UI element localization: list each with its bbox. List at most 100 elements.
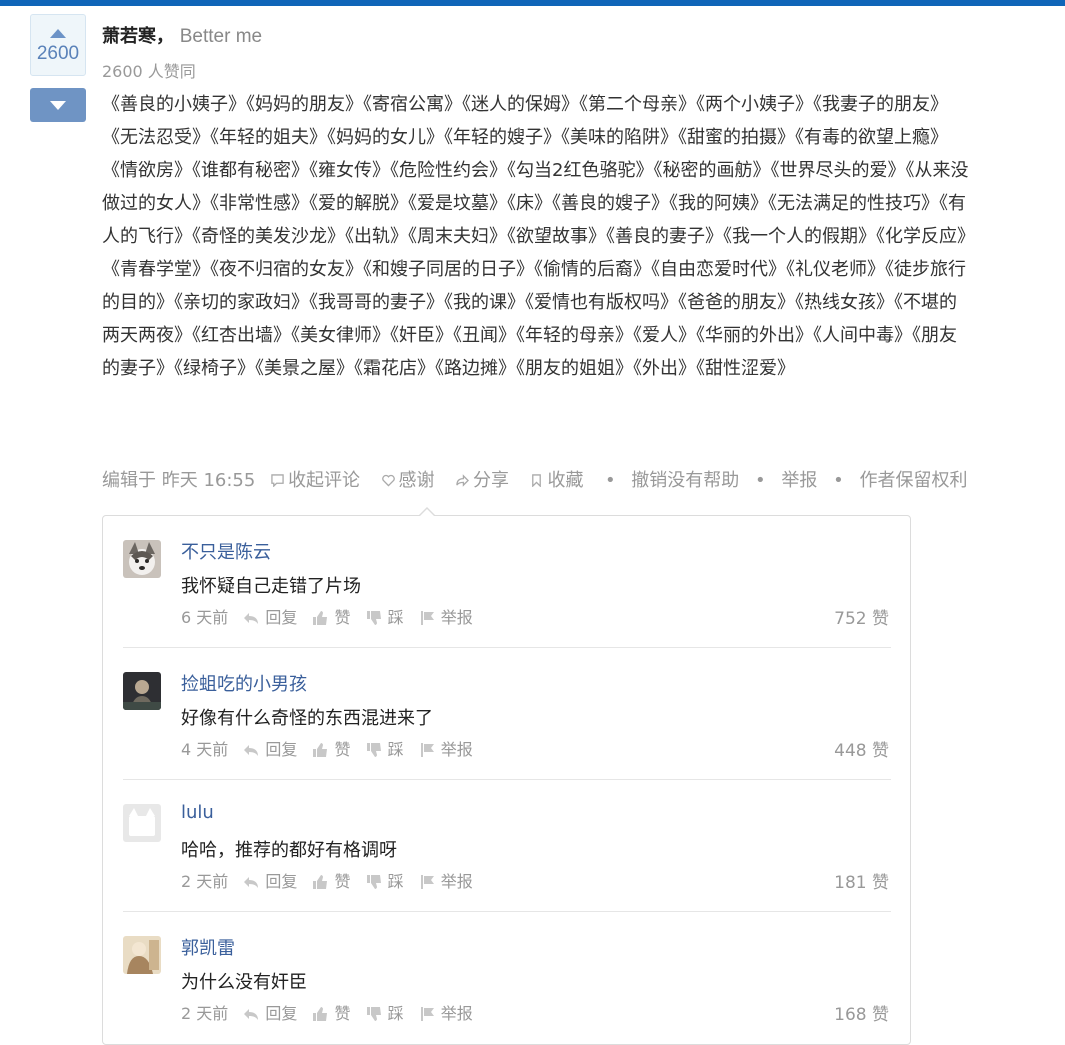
author-name[interactable]: 萧若寒， bbox=[102, 26, 174, 47]
copyright-note[interactable]: 作者保留权利 bbox=[859, 470, 967, 491]
like-button[interactable]: 赞 bbox=[312, 1004, 351, 1023]
reply-label: 回复 bbox=[265, 740, 298, 759]
flag-icon bbox=[420, 611, 434, 625]
like-label: 赞 bbox=[334, 872, 351, 891]
reply-icon bbox=[244, 745, 259, 756]
collapse-comments-label: 收起评论 bbox=[288, 470, 361, 491]
approve-count[interactable]: 2600 人赞同 bbox=[102, 58, 196, 82]
comment-author[interactable]: 郭凯雷 bbox=[181, 934, 235, 960]
default-avatar-image bbox=[123, 804, 161, 842]
report-comment-button[interactable]: 举报 bbox=[419, 740, 473, 759]
top-accent-bar bbox=[0, 0, 1065, 6]
comment-text: 哈哈，推荐的都好有格调呀 bbox=[181, 840, 397, 861]
dark-avatar-image bbox=[123, 672, 161, 710]
arrow-up-icon bbox=[50, 29, 66, 38]
author-bio: Better me bbox=[179, 26, 263, 47]
comment-like-count: 168 赞 bbox=[834, 1005, 889, 1025]
avatar[interactable] bbox=[123, 672, 161, 710]
thumbs-up-icon bbox=[313, 1007, 328, 1021]
heart-icon bbox=[381, 474, 395, 487]
thanks-button[interactable]: 感谢 bbox=[381, 470, 441, 491]
comment-text: 为什么没有奸臣 bbox=[181, 972, 307, 993]
answer-action-bar: 编辑于 昨天 16:55 收起评论 感谢 分享 收藏 • 撤销没有帮助 • 举报… bbox=[102, 466, 967, 492]
edited-timestamp[interactable]: 编辑于 昨天 16:55 bbox=[102, 470, 255, 491]
husky-avatar-image bbox=[123, 540, 161, 578]
photo-avatar-image bbox=[123, 936, 161, 974]
report-comment-button[interactable]: 举报 bbox=[419, 608, 473, 627]
comment-like-count: 448 赞 bbox=[834, 741, 889, 761]
like-label: 赞 bbox=[334, 740, 351, 759]
comment-item: 郭凯雷 为什么没有奸臣 2 天前 回复 赞 踩 举报 168 赞 bbox=[123, 912, 891, 1044]
reply-button[interactable]: 回复 bbox=[243, 1004, 297, 1023]
flag-icon bbox=[420, 743, 434, 757]
comment-meta: 4 天前 回复 赞 踩 举报 bbox=[181, 736, 483, 760]
thanks-label: 感谢 bbox=[398, 470, 435, 491]
avatar[interactable] bbox=[123, 804, 161, 842]
comment-time: 6 天前 bbox=[181, 608, 229, 627]
comment-time: 2 天前 bbox=[181, 872, 229, 891]
dislike-button[interactable]: 踩 bbox=[366, 608, 404, 627]
dislike-label: 踩 bbox=[387, 608, 404, 627]
reply-icon bbox=[244, 613, 259, 624]
downvote-button[interactable] bbox=[30, 88, 86, 122]
comment-icon bbox=[271, 474, 284, 487]
report-label: 举报 bbox=[440, 740, 473, 759]
reply-button[interactable]: 回复 bbox=[243, 740, 297, 759]
flag-icon bbox=[420, 875, 434, 889]
comment-like-count: 752 赞 bbox=[834, 609, 889, 629]
comment-like-count: 181 赞 bbox=[834, 873, 889, 893]
share-button[interactable]: 分享 bbox=[456, 470, 515, 491]
upvote-button[interactable]: 2600 bbox=[30, 14, 86, 76]
reply-icon bbox=[244, 1009, 259, 1020]
report-button[interactable]: 举报 bbox=[781, 470, 817, 491]
thumbs-up-icon bbox=[313, 743, 328, 757]
share-label: 分享 bbox=[473, 470, 509, 491]
thumbs-up-icon bbox=[313, 875, 328, 889]
comment-item: 不只是陈云 我怀疑自己走错了片场 6 天前 回复 赞 踩 举报 752 赞 bbox=[123, 516, 891, 648]
dislike-label: 踩 bbox=[387, 740, 404, 759]
arrow-down-icon bbox=[50, 101, 66, 110]
collect-label: 收藏 bbox=[547, 470, 584, 491]
like-button[interactable]: 赞 bbox=[312, 608, 351, 627]
share-icon bbox=[456, 474, 469, 487]
collapse-comments-button[interactable]: 收起评论 bbox=[271, 470, 366, 491]
dislike-button[interactable]: 踩 bbox=[366, 1004, 404, 1023]
comment-author[interactable]: lulu bbox=[181, 802, 214, 823]
undo-unhelpful-button[interactable]: 撤销没有帮助 bbox=[631, 470, 739, 491]
report-label: 举报 bbox=[440, 608, 473, 627]
dislike-button[interactable]: 踩 bbox=[366, 872, 404, 891]
report-comment-button[interactable]: 举报 bbox=[419, 1004, 473, 1023]
comment-meta: 2 天前 回复 赞 踩 举报 bbox=[181, 868, 483, 892]
reply-button[interactable]: 回复 bbox=[243, 872, 297, 891]
dislike-label: 踩 bbox=[387, 1004, 404, 1023]
comment-author[interactable]: 捡蛆吃的小男孩 bbox=[181, 670, 307, 696]
collect-button[interactable]: 收藏 bbox=[530, 470, 589, 491]
comment-author[interactable]: 不只是陈云 bbox=[181, 538, 271, 564]
report-label: 举报 bbox=[440, 1004, 473, 1023]
thumbs-down-icon bbox=[366, 743, 381, 757]
avatar[interactable] bbox=[123, 936, 161, 974]
bullet-separator: • bbox=[755, 470, 766, 491]
dislike-button[interactable]: 踩 bbox=[366, 740, 404, 759]
avatar[interactable] bbox=[123, 540, 161, 578]
like-button[interactable]: 赞 bbox=[312, 740, 351, 759]
answer-author: 萧若寒， Better me bbox=[102, 22, 262, 48]
report-comment-button[interactable]: 举报 bbox=[419, 872, 473, 891]
bookmark-icon bbox=[532, 474, 542, 487]
dislike-label: 踩 bbox=[387, 872, 404, 891]
thumbs-down-icon bbox=[366, 1007, 381, 1021]
like-label: 赞 bbox=[334, 608, 351, 627]
comment-time: 4 天前 bbox=[181, 740, 229, 759]
vote-count: 2600 bbox=[36, 43, 80, 64]
bullet-separator: • bbox=[833, 470, 844, 491]
reply-icon bbox=[244, 877, 259, 888]
comment-text: 好像有什么奇怪的东西混进来了 bbox=[181, 708, 433, 729]
comment-item: lulu 哈哈，推荐的都好有格调呀 2 天前 回复 赞 踩 举报 181 赞 bbox=[123, 780, 891, 912]
flag-icon bbox=[420, 1007, 434, 1021]
reply-label: 回复 bbox=[265, 608, 298, 627]
comment-panel: 不只是陈云 我怀疑自己走错了片场 6 天前 回复 赞 踩 举报 752 赞 捡蛆… bbox=[102, 507, 911, 1045]
reply-label: 回复 bbox=[265, 1004, 298, 1023]
comment-text: 我怀疑自己走错了片场 bbox=[181, 576, 361, 597]
like-button[interactable]: 赞 bbox=[312, 872, 351, 891]
reply-button[interactable]: 回复 bbox=[243, 608, 297, 627]
